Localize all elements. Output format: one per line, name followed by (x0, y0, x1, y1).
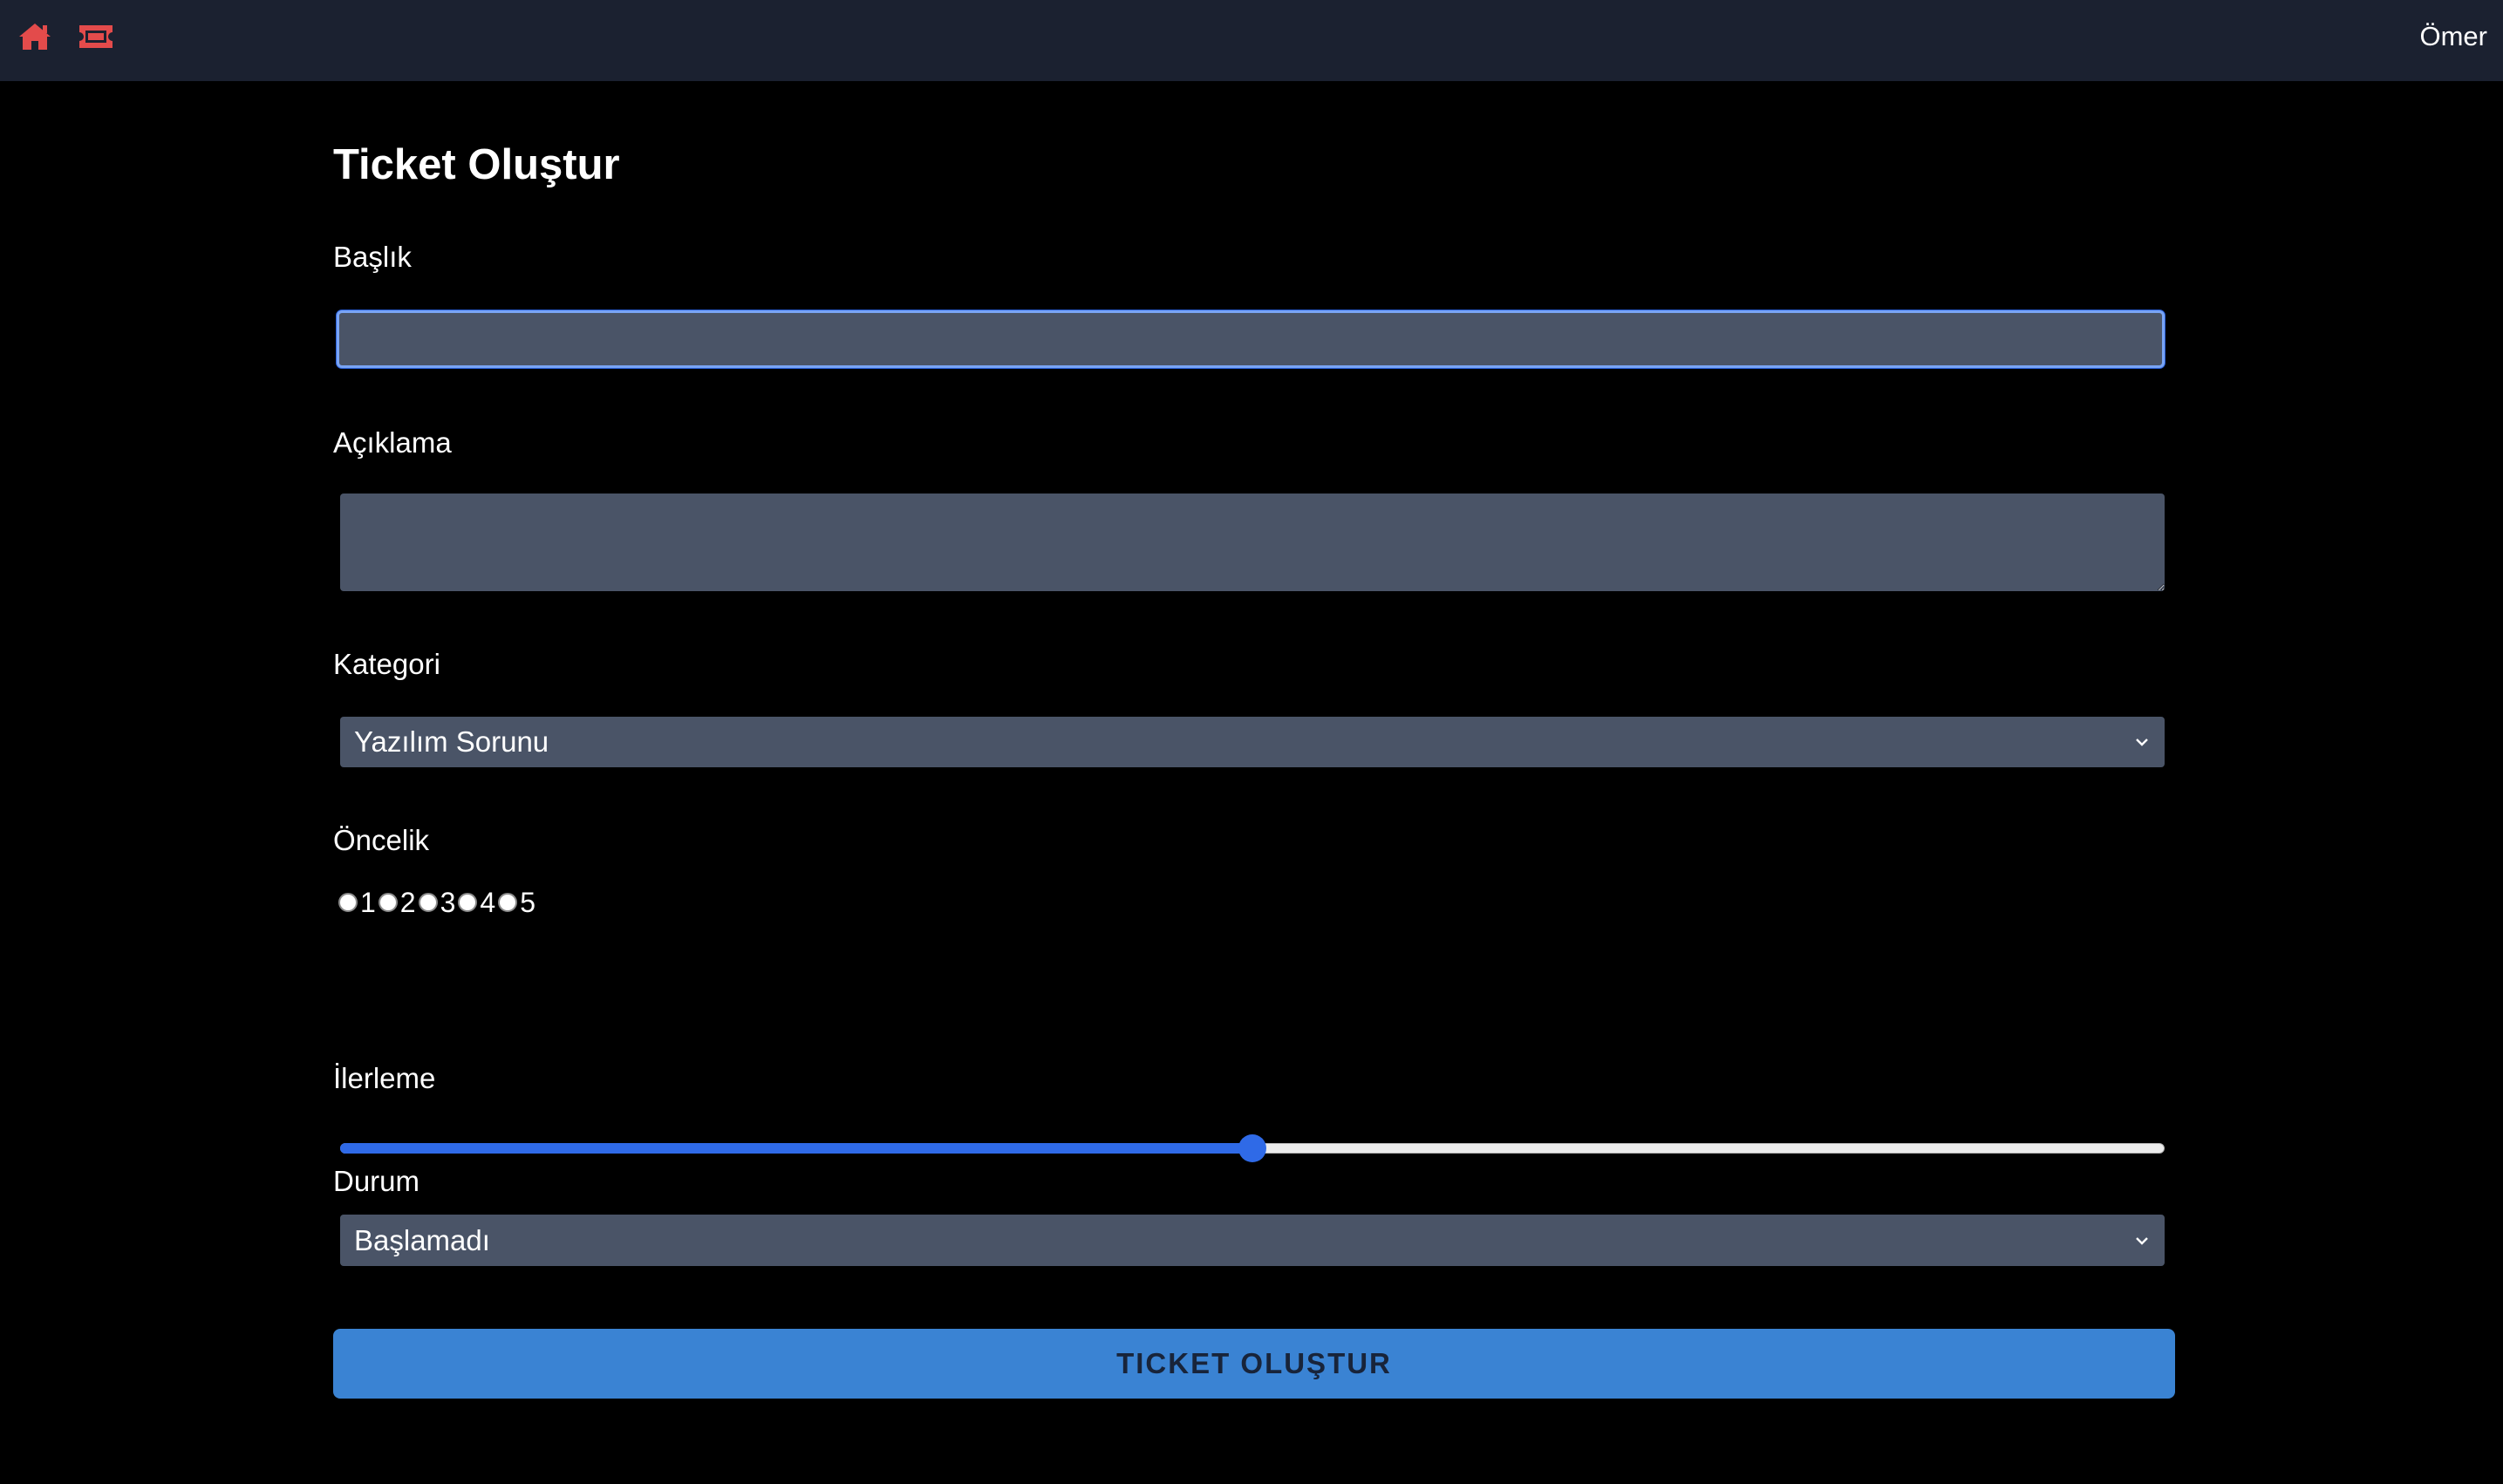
status-select[interactable]: Başlamadı (340, 1215, 2165, 1266)
description-textarea[interactable] (340, 494, 2165, 591)
top-navbar: Ömer (0, 0, 2503, 81)
description-label: Açıklama (333, 426, 452, 459)
chevron-down-icon (2136, 1237, 2148, 1245)
radio-button[interactable] (378, 893, 398, 912)
priority-option-5[interactable]: 5 (498, 887, 538, 919)
home-icon[interactable] (16, 19, 54, 54)
priority-option-1[interactable]: 1 (338, 887, 379, 919)
category-selected-value: Yazılım Sorunu (354, 725, 549, 758)
priority-option-2[interactable]: 2 (378, 887, 419, 919)
create-ticket-button[interactable]: TICKET OLUŞTUR (333, 1329, 2175, 1399)
progress-label: İlerleme (333, 1062, 436, 1094)
radio-button[interactable] (498, 893, 518, 912)
ticket-icon[interactable] (77, 19, 115, 54)
title-label: Başlık (333, 241, 412, 273)
radio-button[interactable] (418, 893, 438, 912)
status-label: Durum (333, 1165, 420, 1197)
title-input[interactable] (337, 310, 2165, 368)
category-select[interactable]: Yazılım Sorunu (340, 717, 2165, 767)
chevron-down-icon (2136, 739, 2148, 746)
radio-button[interactable] (458, 893, 478, 912)
page-title: Ticket Oluştur (333, 141, 620, 188)
priority-option-3[interactable]: 3 (418, 887, 459, 919)
priority-label: Öncelik (333, 824, 430, 856)
priority-radio-group: 1 2 3 4 5 (338, 885, 538, 920)
priority-option-4[interactable]: 4 (458, 887, 498, 919)
category-label: Kategori (333, 648, 440, 680)
progress-slider[interactable] (340, 1134, 2165, 1162)
status-selected-value: Başlamadı (354, 1224, 490, 1256)
slider-fill (340, 1143, 1252, 1154)
slider-thumb[interactable] (1238, 1134, 1266, 1162)
user-name[interactable]: Ömer (2420, 19, 2488, 54)
radio-button[interactable] (338, 893, 358, 912)
